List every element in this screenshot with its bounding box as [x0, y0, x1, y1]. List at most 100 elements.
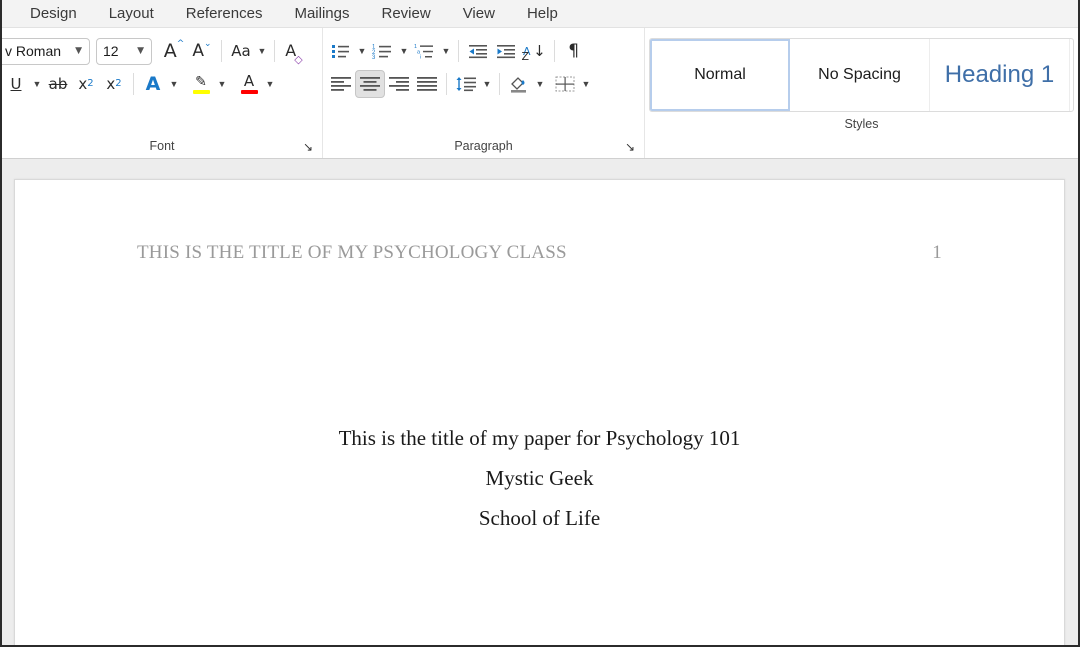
- decrease-indent-glyph: [468, 44, 488, 59]
- superscript-icon[interactable]: x 2: [100, 70, 128, 98]
- decrease-indent-icon[interactable]: [464, 37, 492, 65]
- tab-view[interactable]: View: [447, 0, 511, 28]
- chevron-down-icon[interactable]: ▼: [215, 70, 229, 98]
- chevron-down-icon[interactable]: ▼: [167, 70, 181, 98]
- numbering-icon[interactable]: 1 2 3: [369, 37, 397, 65]
- font-color-icon[interactable]: A: [235, 70, 263, 98]
- ribbon-tab-bar: Design Layout References Mailings Review…: [2, 0, 1078, 28]
- document-body[interactable]: This is the title of my paper for Psycho…: [95, 418, 984, 538]
- word-window: Design Layout References Mailings Review…: [0, 0, 1080, 647]
- change-case-icon[interactable]: Aa: [227, 37, 255, 65]
- align-center-button[interactable]: [355, 70, 385, 98]
- increase-indent-icon[interactable]: [492, 37, 520, 65]
- align-left-icon: [330, 76, 352, 92]
- strikethrough-icon[interactable]: ab: [44, 70, 72, 98]
- font-dialog-launcher-icon[interactable]: ↘: [303, 141, 316, 154]
- chevron-down-icon[interactable]: ▼: [533, 70, 547, 98]
- highlight-color-swatch: [193, 90, 210, 94]
- divider: [133, 73, 134, 95]
- subscript-icon[interactable]: x 2: [72, 70, 100, 98]
- line-spacing-glyph: [455, 76, 477, 92]
- page-header[interactable]: THIS IS THE TITLE OF MY PSYCHOLOGY CLASS…: [137, 242, 942, 264]
- paragraph-dialog-launcher-icon[interactable]: ↘: [625, 141, 638, 154]
- line-spacing-icon[interactable]: [452, 70, 480, 98]
- tab-layout[interactable]: Layout: [93, 0, 170, 28]
- styles-gallery: Normal No Spacing Heading 1: [649, 38, 1074, 112]
- chevron-down-icon[interactable]: ▼: [70, 47, 87, 56]
- align-left-button[interactable]: [327, 70, 355, 98]
- chevron-down-icon[interactable]: ▼: [480, 70, 494, 98]
- ribbon-group-styles: Normal No Spacing Heading 1 Styles: [644, 28, 1078, 158]
- justify-button[interactable]: [413, 70, 441, 98]
- chevron-down-icon[interactable]: ▼: [30, 70, 44, 98]
- document-canvas[interactable]: THIS IS THE TITLE OF MY PSYCHOLOGY CLASS…: [2, 158, 1078, 645]
- divider: [274, 40, 275, 62]
- page-number: 1: [932, 242, 942, 264]
- paragraph-group-row-1: ▼ 1 2 3 ▼ 1: [327, 36, 640, 66]
- svg-text:3: 3: [372, 55, 376, 59]
- font-size-input[interactable]: 12 ▼: [96, 38, 152, 65]
- font-group-row-1: v Roman ▼ 12 ▼ A ^ A ⌄: [6, 36, 318, 66]
- bullets-icon[interactable]: [327, 37, 355, 65]
- font-name-input[interactable]: v Roman ▼: [0, 38, 90, 65]
- style-heading-1-label: Heading 1: [945, 61, 1054, 89]
- header-title-text: THIS IS THE TITLE OF MY PSYCHOLOGY CLASS: [137, 242, 567, 264]
- ribbon-group-paragraph: ▼ 1 2 3 ▼ 1: [322, 28, 644, 158]
- document-line: Mystic Geek: [95, 458, 984, 498]
- underline-icon[interactable]: U: [2, 70, 30, 98]
- chevron-down-icon[interactable]: ▼: [255, 37, 269, 65]
- chevron-down-icon[interactable]: ▼: [263, 70, 277, 98]
- sort-icon[interactable]: A Z ↓: [520, 37, 549, 65]
- bullets-glyph: [331, 43, 351, 59]
- justify-icon: [416, 76, 438, 92]
- tab-help[interactable]: Help: [511, 0, 574, 28]
- grow-font-icon[interactable]: A ^: [160, 37, 188, 65]
- chevron-down-icon[interactable]: ▼: [355, 37, 369, 65]
- align-right-button[interactable]: [385, 70, 413, 98]
- style-normal-label: Normal: [694, 66, 746, 84]
- borders-icon[interactable]: [551, 70, 579, 98]
- chevron-down-icon[interactable]: ▼: [439, 37, 453, 65]
- clear-formatting-icon[interactable]: A ◇: [280, 37, 308, 65]
- shrink-font-icon[interactable]: A ⌄: [188, 37, 216, 65]
- ribbon: v Roman ▼ 12 ▼ A ^ A ⌄: [2, 28, 1078, 158]
- tab-mailings[interactable]: Mailings: [278, 0, 365, 28]
- paragraph-group-row-2: ▼ ▼: [327, 69, 640, 99]
- chevron-down-icon[interactable]: ▼: [132, 47, 149, 56]
- increase-indent-glyph: [496, 44, 516, 59]
- show-formatting-marks-icon[interactable]: ¶: [560, 37, 588, 65]
- align-right-icon: [388, 76, 410, 92]
- styles-group-label: Styles: [649, 112, 1074, 136]
- ribbon-group-font: v Roman ▼ 12 ▼ A ^ A ⌄: [2, 28, 322, 158]
- style-item-heading-1[interactable]: Heading 1: [930, 39, 1070, 111]
- divider: [221, 40, 222, 62]
- divider: [554, 40, 555, 62]
- document-page[interactable]: THIS IS THE TITLE OF MY PSYCHOLOGY CLASS…: [14, 179, 1065, 645]
- document-line: School of Life: [95, 498, 984, 538]
- style-item-no-spacing[interactable]: No Spacing: [790, 39, 930, 111]
- chevron-down-icon[interactable]: ▼: [397, 37, 411, 65]
- tab-references[interactable]: References: [170, 0, 279, 28]
- divider: [458, 40, 459, 62]
- numbering-glyph: 1 2 3: [372, 43, 394, 59]
- svg-text:i: i: [420, 55, 421, 59]
- tab-review[interactable]: Review: [366, 0, 447, 28]
- style-item-normal[interactable]: Normal: [650, 39, 790, 111]
- document-line: This is the title of my paper for Psycho…: [95, 418, 984, 458]
- tab-design[interactable]: Design: [14, 0, 93, 28]
- chevron-down-icon[interactable]: ▼: [579, 70, 593, 98]
- divider: [499, 73, 500, 95]
- style-no-spacing-label: No Spacing: [818, 66, 901, 84]
- shading-glyph: [508, 76, 530, 93]
- multilevel-list-icon[interactable]: 1 a i: [411, 37, 439, 65]
- align-center-icon: [359, 76, 381, 92]
- font-name-value: v Roman: [5, 43, 70, 59]
- font-color-swatch: [241, 90, 258, 94]
- text-highlight-color-icon[interactable]: ✎: [187, 70, 215, 98]
- font-size-value: 12: [103, 43, 132, 59]
- divider: [446, 73, 447, 95]
- borders-glyph: [555, 76, 575, 93]
- text-effects-icon[interactable]: A: [139, 70, 167, 98]
- font-group-label: Font: [6, 134, 318, 158]
- shading-icon[interactable]: [505, 70, 533, 98]
